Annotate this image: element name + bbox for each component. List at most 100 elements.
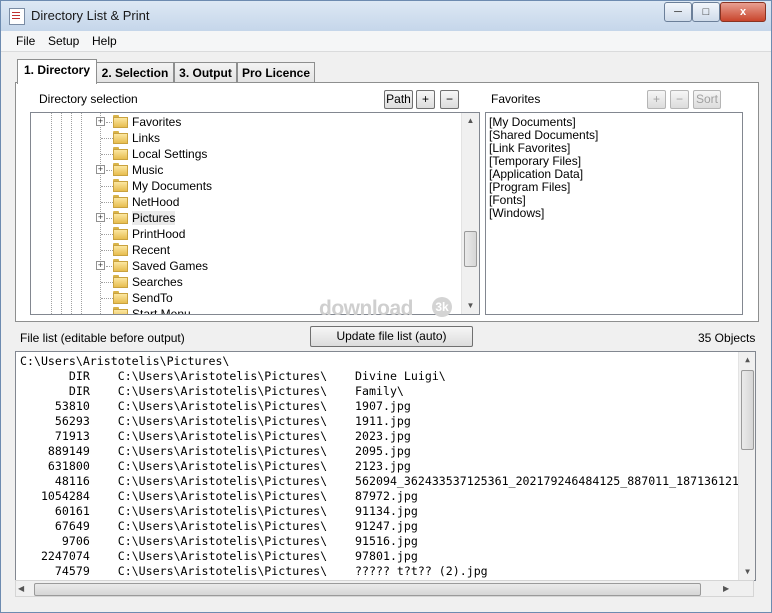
- folder-icon: [113, 227, 128, 240]
- expand-button[interactable]: +: [416, 90, 435, 109]
- tree-item-label: Start Menu: [132, 307, 191, 315]
- window-title: Directory List & Print: [31, 8, 150, 23]
- file-list-line: 74579 C:\Users\Aristotelis\Pictures\ ???…: [20, 564, 488, 578]
- expand-icon[interactable]: +: [96, 213, 105, 222]
- directory-tree[interactable]: + Favorites Links Local Settings + Music…: [30, 112, 480, 315]
- tree-item-label: Music: [132, 163, 164, 177]
- tree-item-label: PrintHood: [132, 227, 186, 241]
- tree-item-label: Links: [132, 131, 161, 145]
- scroll-up-icon[interactable]: ▲: [462, 113, 479, 129]
- tree-item-label: Favorites: [132, 115, 182, 129]
- file-list-line: 2247074 C:\Users\Aristotelis\Pictures\ 9…: [20, 549, 418, 563]
- folder-icon: [113, 131, 128, 144]
- folder-icon: [113, 243, 128, 256]
- tree-item-label: Pictures: [132, 211, 176, 225]
- collapse-button[interactable]: −: [440, 90, 459, 109]
- tree-item-searches[interactable]: Searches: [31, 274, 461, 290]
- expand-icon[interactable]: +: [96, 261, 105, 270]
- tree-item-label: My Documents: [132, 179, 213, 193]
- scroll-thumb[interactable]: [464, 231, 477, 267]
- menu-bar: File Setup Help: [1, 31, 771, 52]
- object-count: 35 Objects: [698, 331, 756, 345]
- menu-setup[interactable]: Setup: [48, 34, 79, 48]
- menu-file[interactable]: File: [16, 34, 35, 48]
- tree-item-favorites[interactable]: + Favorites: [31, 114, 461, 130]
- menu-help[interactable]: Help: [92, 34, 117, 48]
- maximize-button[interactable]: □: [692, 2, 720, 22]
- file-list-line: 67649 C:\Users\Aristotelis\Pictures\ 912…: [20, 519, 418, 533]
- file-list-line: 48116 C:\Users\Aristotelis\Pictures\ 562…: [20, 474, 740, 488]
- tab-selection[interactable]: 2. Selection: [96, 62, 174, 83]
- file-list-line: 60161 C:\Users\Aristotelis\Pictures\ 911…: [20, 504, 418, 518]
- favorite-item[interactable]: [Link Favorites]: [489, 141, 570, 155]
- favorite-item[interactable]: [Application Data]: [489, 167, 583, 181]
- file-list-line: 889149 C:\Users\Aristotelis\Pictures\ 20…: [20, 444, 411, 458]
- file-list-textarea[interactable]: C:\Users\Aristotelis\Pictures\ DIR C:\Us…: [15, 351, 756, 581]
- folder-icon: [113, 195, 128, 208]
- download-watermark: download: [319, 297, 414, 320]
- scroll-up-icon[interactable]: ▲: [739, 352, 755, 368]
- tree-item-music[interactable]: + Music: [31, 162, 461, 178]
- favorites-list[interactable]: [My Documents] [Shared Documents] [Link …: [485, 112, 743, 315]
- expand-icon[interactable]: +: [96, 117, 105, 126]
- folder-icon: [113, 291, 128, 304]
- directory-selection-label: Directory selection: [39, 92, 138, 106]
- tree-scrollbar[interactable]: ▲ ▼: [461, 113, 479, 314]
- expand-icon[interactable]: +: [96, 165, 105, 174]
- tree-item-label: Saved Games: [132, 259, 209, 273]
- folder-icon: [113, 275, 128, 288]
- file-list-vscrollbar[interactable]: ▲ ▼: [738, 352, 755, 580]
- tree-item-links[interactable]: Links: [31, 130, 461, 146]
- folder-icon: [113, 211, 128, 224]
- file-list-line: DIR C:\Users\Aristotelis\Pictures\ Divin…: [20, 369, 446, 383]
- file-list-line: 631800 C:\Users\Aristotelis\Pictures\ 21…: [20, 459, 411, 473]
- file-list-line: 1054284 C:\Users\Aristotelis\Pictures\ 8…: [20, 489, 418, 503]
- tree-item-recent[interactable]: Recent: [31, 242, 461, 258]
- tree-item-local-settings[interactable]: Local Settings: [31, 146, 461, 162]
- folder-icon: [113, 147, 128, 160]
- favorites-add-button[interactable]: +: [647, 90, 666, 109]
- file-list-line: 71913 C:\Users\Aristotelis\Pictures\ 202…: [20, 429, 411, 443]
- minimize-button[interactable]: ─: [664, 2, 692, 22]
- tree-item-printhood[interactable]: PrintHood: [31, 226, 461, 242]
- close-button[interactable]: x: [720, 2, 766, 22]
- tree-item-label: Local Settings: [132, 147, 208, 161]
- scroll-thumb[interactable]: [741, 370, 754, 450]
- tree-item-saved-games[interactable]: + Saved Games: [31, 258, 461, 274]
- tab-output[interactable]: 3. Output: [174, 62, 237, 83]
- scroll-down-icon[interactable]: ▼: [739, 564, 755, 580]
- favorite-item[interactable]: [Shared Documents]: [489, 128, 598, 142]
- folder-icon: [113, 115, 128, 128]
- tree-item-pictures[interactable]: + Pictures: [31, 210, 461, 226]
- file-list-hscrollbar[interactable]: ◀ ▶: [15, 580, 754, 597]
- tree-item-label: Recent: [132, 243, 171, 257]
- app-list-icon: [9, 8, 25, 25]
- favorite-item[interactable]: [My Documents]: [489, 115, 576, 129]
- title-bar[interactable]: Directory List & Print ─ □ x: [1, 1, 771, 31]
- favorites-label: Favorites: [491, 92, 541, 106]
- favorites-remove-button[interactable]: −: [670, 90, 689, 109]
- tab-directory[interactable]: 1. Directory: [17, 59, 97, 84]
- file-list-line: 56293 C:\Users\Aristotelis\Pictures\ 191…: [20, 414, 411, 428]
- file-list-line: 9706 C:\Users\Aristotelis\Pictures\ 9151…: [20, 534, 418, 548]
- favorite-item[interactable]: [Fonts]: [489, 193, 526, 207]
- tree-item-label: SendTo: [132, 291, 173, 305]
- hscroll-thumb[interactable]: [34, 583, 701, 596]
- tab-pro-licence[interactable]: Pro Licence: [237, 62, 315, 83]
- update-file-list-button[interactable]: Update file list (auto): [310, 326, 473, 347]
- scroll-down-icon[interactable]: ▼: [462, 298, 479, 314]
- tree-item-nethood[interactable]: NetHood: [31, 194, 461, 210]
- file-list-line: 53810 C:\Users\Aristotelis\Pictures\ 190…: [20, 399, 411, 413]
- folder-icon: [113, 307, 128, 314]
- tree-item-label: Searches: [132, 275, 183, 289]
- path-button[interactable]: Path: [384, 90, 413, 109]
- favorites-sort-button[interactable]: Sort: [693, 90, 721, 109]
- favorite-item[interactable]: [Windows]: [489, 206, 544, 220]
- file-list-line: C:\Users\Aristotelis\Pictures\: [20, 354, 230, 368]
- favorite-item[interactable]: [Temporary Files]: [489, 154, 581, 168]
- scroll-right-icon[interactable]: ▶: [723, 581, 729, 596]
- status-bar: [1, 598, 771, 612]
- favorite-item[interactable]: [Program Files]: [489, 180, 570, 194]
- scroll-left-icon[interactable]: ◀: [18, 581, 24, 596]
- tree-item-my-documents[interactable]: My Documents: [31, 178, 461, 194]
